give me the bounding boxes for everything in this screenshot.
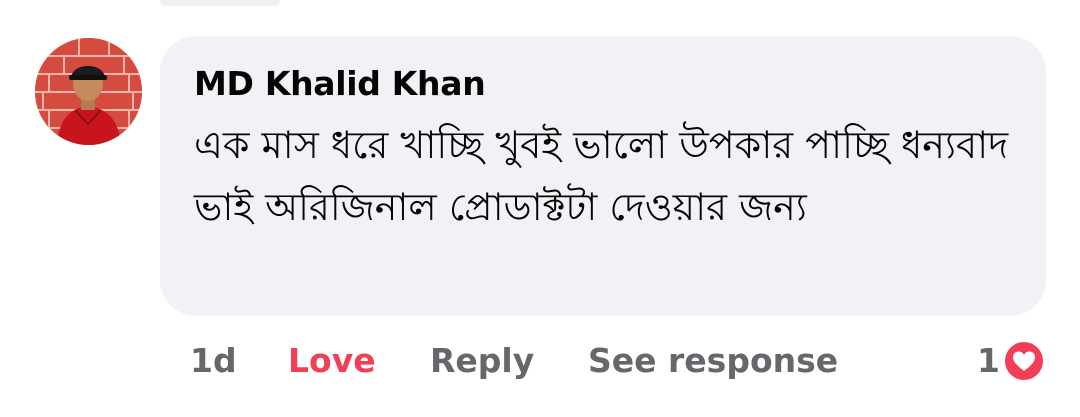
comment-text: এক মাস ধরে খাচ্ছি খুবই ভালো উপকার পাচ্ছি… — [194, 123, 1009, 229]
comment-author-name[interactable]: MD Khalid Khan — [194, 62, 1012, 106]
previous-comment-edge — [160, 0, 280, 6]
comment-thread: MD Khalid Khan এক মাস ধরে খাচ্ছি খুবই ভা… — [0, 0, 1080, 417]
love-reaction-button[interactable]: Love — [288, 336, 376, 386]
comment-bubble: MD Khalid Khan এক মাস ধরে খাচ্ছি খুবই ভা… — [160, 36, 1046, 316]
see-response-button[interactable]: See response — [588, 336, 838, 386]
comment-actions: 1d Love Reply See response 1 — [0, 336, 1080, 386]
user-avatar-photo-icon — [35, 38, 142, 145]
reaction-summary[interactable]: 1 — [977, 338, 1046, 384]
reply-button[interactable]: Reply — [430, 336, 534, 386]
heart-icon — [1002, 339, 1046, 383]
comment-timestamp[interactable]: 1d — [190, 336, 237, 386]
reaction-count: 1 — [977, 341, 1000, 380]
avatar[interactable] — [35, 38, 142, 145]
